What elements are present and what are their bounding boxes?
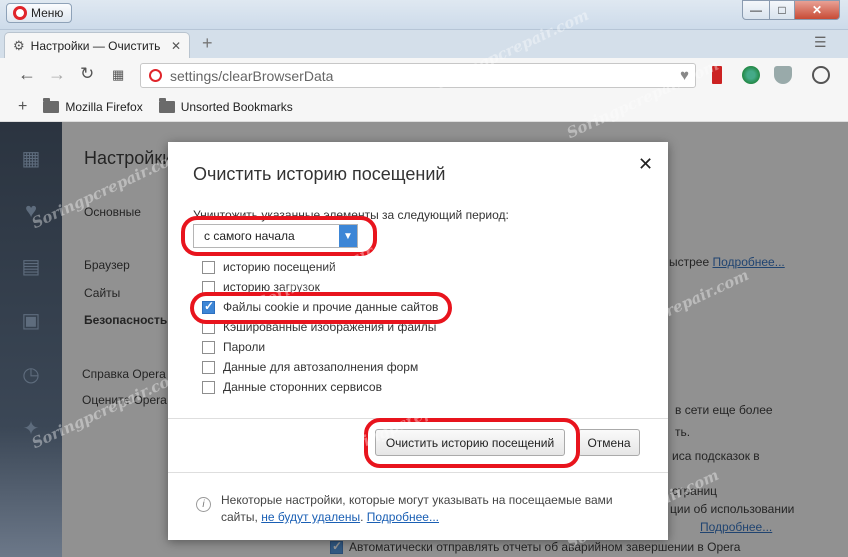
close-dialog-icon[interactable]: ✕ [638, 154, 653, 175]
tab-strip: ⚙ Настройки — Очистить ✕ [0, 30, 848, 58]
checkbox-checked[interactable] [202, 299, 215, 314]
checkbox[interactable] [202, 360, 215, 374]
info-icon: i [196, 497, 211, 512]
menu-label: Меню [31, 6, 64, 20]
option-third-party-data[interactable]: Данные сторонних сервисов [202, 380, 382, 394]
dialog-title: Очистить историю посещений [193, 164, 446, 184]
option-cookies[interactable]: Файлы cookie и прочие данные сайтов [202, 299, 439, 314]
bookmark-label: Mozilla Firefox [65, 99, 143, 114]
option-cached-files[interactable]: Кэшированные изображения и файлы [202, 320, 436, 334]
folder-icon [158, 97, 175, 113]
forward-arrow-icon[interactable]: → [48, 64, 66, 85]
tab-settings[interactable]: ⚙ Настройки — Очистить ✕ [4, 32, 190, 58]
option-label: Кэшированные изображения и файлы [223, 320, 437, 334]
download-icon[interactable] [812, 66, 830, 84]
option-autofill[interactable]: Данные для автозаполнения форм [202, 360, 418, 374]
bookmark-folder-mozilla-firefox[interactable]: Mozilla Firefox [43, 97, 143, 114]
option-label: Данные для автозаполнения форм [223, 360, 419, 374]
history-clock-icon[interactable]: ◷ [19, 362, 43, 386]
more-info-link[interactable]: Подробнее... [367, 510, 439, 524]
period-select[interactable]: с самого начала ▼ [193, 224, 358, 248]
dialog-divider [168, 472, 668, 473]
reload-icon[interactable]: ↻ [80, 64, 94, 84]
option-passwords[interactable]: Пароли [202, 340, 265, 354]
checkbox[interactable] [202, 320, 215, 334]
opera-sidebar: ▦ ♥ ▤ ▣ ◷ ✦ [0, 122, 62, 557]
window-titlebar: Меню — □ ✕ [0, 0, 848, 30]
address-url: settings/clearBrowserData [170, 67, 334, 84]
opera-menu-button[interactable]: Меню [6, 3, 73, 23]
tab-title: Настройки — Очистить [30, 38, 161, 53]
bookmark-label: Unsorted Bookmarks [180, 99, 293, 114]
checkbox[interactable] [202, 340, 215, 354]
option-label: Данные сторонних сервисов [223, 380, 382, 394]
new-tab-button[interactable]: + [202, 33, 213, 54]
speed-dial-icon[interactable]: ▦ [19, 146, 43, 170]
add-bookmark-icon[interactable]: + [18, 98, 27, 116]
checkbox[interactable] [202, 280, 215, 294]
maximize-button[interactable]: □ [769, 0, 795, 20]
back-arrow-icon[interactable]: ← [18, 64, 36, 85]
tabs-sync-icon[interactable]: ▣ [19, 308, 43, 332]
info-text: Некоторые настройки, которые могут указы… [221, 493, 613, 524]
checkbox[interactable] [202, 260, 215, 274]
not-deleted-link[interactable]: не будут удалены [261, 510, 360, 524]
news-icon[interactable]: ▤ [19, 254, 43, 278]
clear-browsing-data-dialog: Очистить историю посещений ✕ Уничтожить … [168, 142, 668, 540]
period-label: Уничтожить указанные элементы за следующ… [193, 208, 509, 222]
address-bar[interactable]: settings/clearBrowserData ♥ [140, 63, 696, 88]
bookmark-folder-unsorted[interactable]: Unsorted Bookmarks [158, 97, 293, 114]
close-window-button[interactable]: ✕ [794, 0, 840, 20]
tab-menu-icon[interactable]: ☰ [814, 34, 827, 51]
chevron-down-icon: ▼ [339, 225, 357, 247]
bookmarks-bar: + Mozilla Firefox Unsorted Bookmarks [0, 92, 848, 122]
folder-icon [43, 97, 60, 113]
opera-logo-icon [13, 6, 27, 20]
navigation-toolbar: ← → ↻ ▦ settings/clearBrowserData ♥ [0, 58, 848, 92]
extension-globe-icon[interactable] [742, 66, 760, 84]
speed-dial-grid-icon[interactable]: ▦ [112, 67, 124, 83]
minimize-button[interactable]: — [742, 0, 770, 20]
opera-logo-icon [149, 69, 162, 82]
checkbox[interactable] [202, 380, 215, 394]
dialog-info: i Некоторые настройки, которые могут ука… [196, 492, 636, 526]
option-label: Файлы cookie и прочие данные сайтов [223, 300, 439, 314]
option-label: Пароли [223, 340, 266, 354]
period-select-value: с самого начала [204, 229, 295, 243]
gear-icon: ⚙ [13, 37, 25, 53]
close-tab-icon[interactable]: ✕ [171, 39, 181, 53]
extension-shield-icon[interactable] [774, 66, 792, 84]
cancel-button[interactable]: Отмена [578, 429, 640, 456]
